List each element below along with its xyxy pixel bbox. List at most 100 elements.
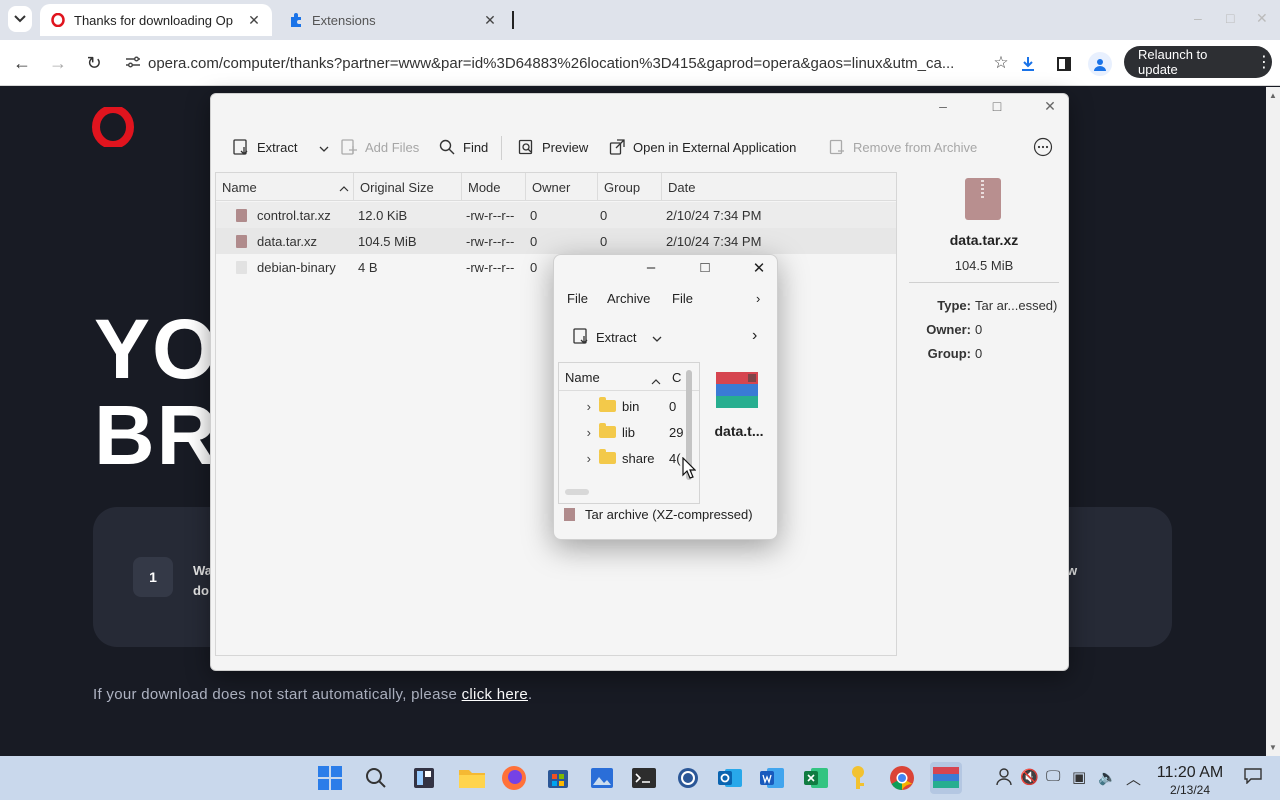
expand-icon[interactable]: › [559, 399, 599, 414]
more-vert-icon[interactable]: ⋮ [1256, 52, 1272, 72]
chevron-down-icon[interactable] [319, 140, 329, 155]
minimize-icon[interactable]: – [639, 259, 663, 279]
excel-button[interactable] [800, 762, 832, 794]
archive-file-icon [564, 508, 575, 521]
app-button[interactable] [672, 762, 704, 794]
url-text[interactable]: opera.com/computer/thanks?partner=www&pa… [148, 55, 989, 72]
bookmark-star-icon[interactable]: ☆ [989, 53, 1013, 73]
back-button[interactable]: ← [9, 50, 35, 76]
column-group[interactable]: Group [598, 173, 662, 201]
column-original-size[interactable]: Original Size [354, 173, 462, 201]
site-info-icon[interactable] [118, 55, 148, 72]
minimize-icon[interactable]: – [1194, 10, 1202, 26]
store-button[interactable] [542, 762, 574, 794]
mouse-cursor-icon [682, 457, 696, 479]
horizontal-scrollbar[interactable] [565, 489, 589, 495]
click-here-link[interactable]: click here [462, 686, 528, 703]
scroll-down-icon[interactable]: ▼ [1269, 743, 1277, 752]
key-icon [852, 766, 864, 789]
close-icon[interactable]: ✕ [246, 12, 262, 29]
maximize-icon[interactable]: □ [985, 98, 1009, 118]
minimize-icon[interactable]: – [931, 98, 955, 118]
find-button[interactable]: Find [437, 134, 488, 160]
archive-tree[interactable]: Name C › bin 0 › lib 29 › share 4( [558, 362, 700, 504]
close-icon[interactable]: ✕ [482, 12, 498, 29]
firefox-button[interactable] [498, 762, 530, 794]
column-name[interactable]: Name [216, 173, 354, 201]
close-icon[interactable]: ✕ [1038, 98, 1062, 118]
scroll-up-icon[interactable]: ▲ [1269, 91, 1277, 100]
download-icon[interactable] [1016, 52, 1040, 76]
volume-muted-icon[interactable]: 🔇 [1020, 768, 1039, 786]
expand-icon[interactable]: › [559, 451, 599, 466]
expand-icon[interactable]: › [559, 425, 599, 440]
chrome-button[interactable] [886, 762, 918, 794]
relaunch-button[interactable]: Relaunch to update ⋮ [1124, 46, 1272, 78]
preview-file-name: data.t... [714, 423, 764, 439]
more-options-button[interactable] [1033, 134, 1053, 160]
outlook-button[interactable] [714, 762, 746, 794]
maximize-icon[interactable]: □ [1226, 10, 1234, 26]
tab-search-button[interactable] [8, 6, 32, 32]
projector-icon[interactable]: ▣ [1072, 768, 1086, 786]
menu-archive[interactable]: Archive [607, 291, 650, 306]
display-icon[interactable]: 🖵 [1046, 768, 1060, 785]
info-file-name: data.tar.xz [949, 232, 1019, 248]
word-button[interactable] [756, 762, 788, 794]
file-row[interactable]: control.tar.xz 12.0 KiB -rw-r--r-- 0 0 2… [216, 202, 896, 228]
speaker-icon[interactable]: 🔈 [1098, 768, 1117, 786]
open-external-button[interactable]: Open in External Application [607, 134, 796, 160]
column-date[interactable]: Date [662, 173, 896, 201]
side-panel-icon[interactable] [1052, 52, 1076, 76]
column-mode[interactable]: Mode [462, 173, 526, 201]
column-2[interactable]: C [672, 370, 681, 385]
preview-button[interactable]: Preview [516, 134, 588, 160]
remove-from-archive-button[interactable]: Remove from Archive [827, 134, 977, 160]
keys-button[interactable] [842, 762, 874, 794]
tree-item-share[interactable]: › share 4( [559, 445, 681, 471]
user-icon[interactable] [996, 768, 1012, 790]
search-button[interactable] [360, 762, 392, 794]
file-row[interactable]: data.tar.xz 104.5 MiB -rw-r--r-- 0 0 2/1… [216, 228, 896, 254]
widgets-button[interactable] [408, 762, 440, 794]
chevron-right-icon[interactable]: › [752, 327, 757, 345]
chevron-down-icon[interactable] [652, 330, 662, 345]
photos-button[interactable] [586, 762, 618, 794]
extract-button[interactable]: Extract [572, 327, 662, 348]
opera-logo [92, 107, 134, 147]
forward-button[interactable]: → [45, 50, 71, 76]
file-explorer-button[interactable] [456, 762, 488, 794]
menu-file[interactable]: File [567, 291, 588, 306]
close-icon[interactable]: ✕ [747, 259, 771, 279]
add-files-button[interactable]: Add Files [339, 134, 419, 160]
puzzle-icon [288, 12, 304, 28]
tree-item-bin[interactable]: › bin 0 [559, 393, 679, 419]
new-tab-cursor [512, 11, 514, 29]
column-name[interactable]: Name [565, 370, 600, 385]
chevron-right-icon[interactable]: › [756, 291, 760, 306]
tab-extensions[interactable]: Extensions ✕ [278, 4, 508, 36]
page-scrollbar[interactable]: ▲ ▼ [1266, 87, 1280, 756]
opera-icon [50, 12, 66, 28]
reload-button[interactable]: ↻ [81, 50, 107, 76]
terminal-button[interactable] [628, 762, 660, 794]
tree-item-lib[interactable]: › lib 29 [559, 419, 683, 445]
more-horiz-icon [1033, 137, 1053, 157]
ark-button[interactable] [930, 762, 962, 794]
extract-button[interactable]: Extract [231, 134, 329, 160]
start-button[interactable] [314, 762, 346, 794]
maximize-icon[interactable]: □ [693, 259, 717, 279]
address-bar[interactable]: opera.com/computer/thanks?partner=www&pa… [118, 47, 1013, 79]
profile-icon[interactable] [1088, 52, 1112, 76]
tab-opera-thanks[interactable]: Thanks for downloading Op ✕ [40, 4, 272, 36]
system-clock[interactable]: 11:20 AM 2/13/24 [1150, 764, 1230, 797]
notifications-icon[interactable] [1244, 768, 1262, 788]
widgets-icon [414, 768, 434, 788]
column-owner[interactable]: Owner [526, 173, 598, 201]
ark-titlebar[interactable]: – □ ✕ [211, 94, 1068, 122]
hero-line-2: BR [94, 388, 220, 482]
chevron-up-icon[interactable]: ︿ [1126, 768, 1141, 789]
menu-file-2[interactable]: File [672, 291, 693, 306]
close-window-icon[interactable]: ✕ [1256, 10, 1268, 27]
tree-header: Name C [559, 363, 699, 391]
